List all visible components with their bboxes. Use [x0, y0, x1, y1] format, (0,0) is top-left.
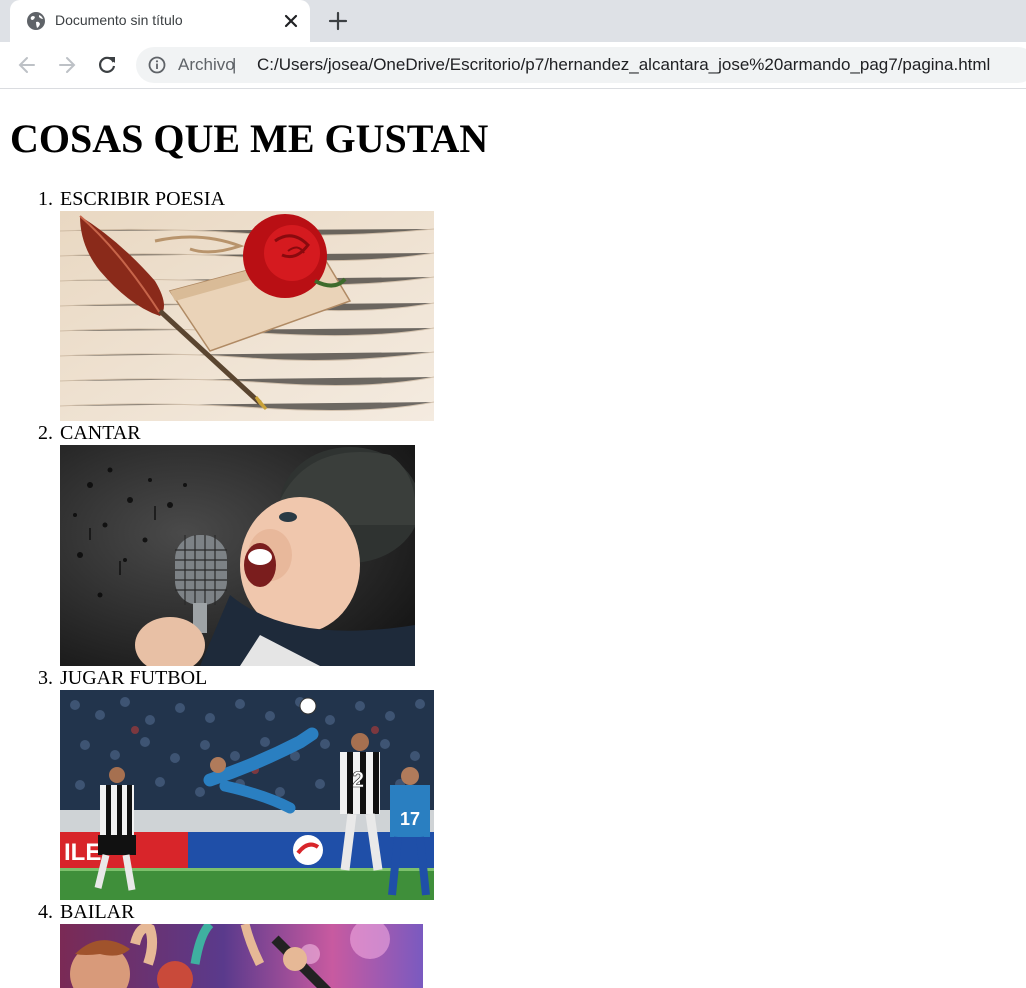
list-number: 3. — [38, 667, 53, 689]
globe-icon — [27, 12, 45, 30]
list-item-label: ESCRIBIR POESIA — [60, 188, 226, 210]
list-number: 2. — [38, 422, 53, 444]
list-item: 2. CANTAR — [38, 421, 434, 666]
info-icon[interactable] — [148, 56, 166, 74]
forward-arrow-icon[interactable] — [56, 54, 78, 76]
url-text[interactable]: C:/Users/josea/OneDrive/Escritorio/p7/he… — [257, 55, 990, 75]
list-item: 1. ESCRIBIR POESIA — [38, 187, 434, 421]
singing-image — [60, 445, 415, 666]
jersey-number: 2 — [352, 767, 364, 792]
new-tab-icon[interactable] — [327, 10, 349, 32]
tab-title: Documento sin título — [55, 12, 183, 28]
list-item: 3. JUGAR FUTBOL ILE 2 17 — [38, 666, 434, 900]
football-image: ILE 2 17 — [60, 690, 434, 900]
list-item-label: BAILAR — [60, 901, 135, 923]
list-item: 4. BAILAR — [38, 900, 434, 988]
address-bar[interactable]: Archivo | C:/Users/josea/OneDrive/Escrit… — [136, 47, 1026, 83]
list-item-label: JUGAR FUTBOL — [60, 667, 208, 689]
list-item-label: CANTAR — [60, 422, 141, 444]
close-icon[interactable] — [282, 12, 300, 30]
tab-strip: Documento sin título — [0, 0, 1026, 42]
jersey-number: 17 — [400, 809, 420, 829]
page-title: COSAS QUE ME GUSTAN — [10, 116, 489, 161]
chip-separator: | — [232, 55, 237, 74]
list-number: 4. — [38, 901, 53, 923]
back-arrow-icon[interactable] — [16, 54, 38, 76]
file-chip: Archivo — [178, 55, 235, 74]
browser-tab[interactable]: Documento sin título — [10, 0, 310, 42]
reload-icon[interactable] — [96, 54, 118, 76]
list-number: 1. — [38, 188, 53, 210]
poetry-image — [60, 211, 434, 421]
dancing-image — [60, 924, 423, 988]
page-content: COSAS QUE ME GUSTAN 1. ESCRIBIR POESIA 2… — [0, 89, 1026, 988]
toolbar: Archivo | C:/Users/josea/OneDrive/Escrit… — [0, 42, 1026, 89]
banner-text: ILE — [64, 839, 101, 866]
likes-list: 1. ESCRIBIR POESIA 2. CANTAR 3. JUGAR FU… — [0, 187, 434, 988]
